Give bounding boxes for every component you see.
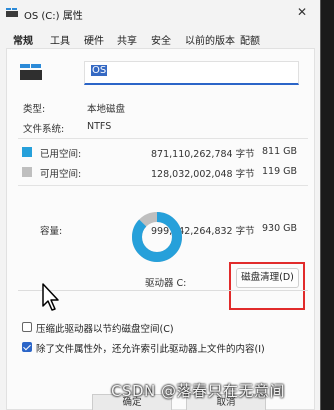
index-contents-checkbox[interactable] [22, 342, 32, 352]
window-title: OS (C:) 属性 [24, 11, 83, 22]
mouse-cursor-icon [42, 283, 59, 311]
used-space-bytes: 871,110,262,784 字节 [151, 149, 255, 160]
compress-drive-checkbox[interactable] [22, 322, 32, 332]
used-space-swatch [22, 147, 32, 157]
index-contents-label: 除了文件属性外，还允许索引此驱动器上文件的内容(I) [36, 344, 265, 355]
used-space-gb: 811 GB [262, 146, 298, 157]
tab-tools[interactable]: 工具 [50, 32, 70, 47]
watermark: CSDN @落春只在无意间 [111, 382, 286, 400]
filesystem-value: NTFS [87, 121, 112, 132]
tab-hardware[interactable]: 硬件 [84, 32, 104, 47]
tab-security[interactable]: 安全 [151, 32, 171, 47]
tab-sharing[interactable]: 共享 [117, 32, 137, 47]
type-label: 类型: [23, 104, 46, 115]
compress-drive-label: 压缩此驱动器以节约磁盘空间(C) [36, 324, 174, 335]
drive-icon [20, 64, 42, 80]
filesystem-label: 文件系统: [23, 124, 65, 135]
properties-window: OS (C:) 属性 ✕ 常规 工具 硬件 共享 安全 以前的版本 配额 OS … [0, 0, 321, 410]
type-value: 本地磁盘 [87, 104, 126, 115]
used-space-label: 已用空间: [40, 149, 82, 160]
divider [18, 185, 308, 186]
drive-caption: 驱动器 C: [145, 278, 187, 289]
tab-general[interactable]: 常规 [13, 32, 33, 47]
close-icon[interactable]: ✕ [297, 5, 307, 19]
free-space-label: 可用空间: [40, 169, 82, 180]
free-space-gb: 119 GB [262, 166, 298, 177]
donut-used-arc [132, 212, 182, 262]
free-space-swatch [22, 167, 32, 177]
divider [18, 138, 308, 139]
volume-name-input[interactable]: OS [84, 61, 299, 85]
highlight-annotation [229, 262, 305, 310]
volume-name-value: OS [91, 65, 108, 76]
tab-previous-versions[interactable]: 以前的版本 [185, 32, 235, 47]
title-bar: OS (C:) 属性 ✕ [0, 0, 320, 26]
capacity-label: 容量: [40, 226, 63, 237]
tab-quota[interactable]: 配额 [240, 32, 260, 47]
disk-usage-donut [132, 212, 182, 262]
free-space-bytes: 128,032,002,048 字节 [151, 169, 255, 180]
drive-icon [6, 8, 18, 17]
tab-bar: 常规 工具 硬件 共享 安全 以前的版本 配额 [0, 28, 320, 48]
capacity-gb: 930 GB [262, 223, 298, 234]
